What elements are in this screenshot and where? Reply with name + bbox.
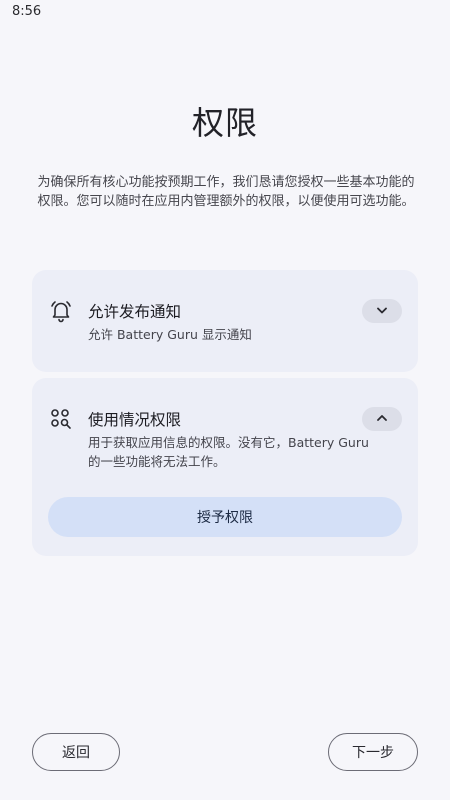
collapse-button[interactable] (362, 407, 402, 431)
chevron-up-icon (375, 410, 389, 429)
page-title: 权限 (191, 104, 258, 142)
permission-card-usage[interactable]: 使用情况权限 用于获取应用信息的权限。没有它，Battery Guru 的一些功… (32, 378, 418, 556)
page-intro: 为确保所有核心功能按预期工作，我们恳请您授权一些基本功能的权限。您可以随时在应用… (37, 175, 415, 209)
bell-icon (48, 298, 74, 324)
expand-button[interactable] (362, 299, 402, 323)
status-time: 8:56 (12, 4, 42, 19)
grant-permission-button[interactable]: 授予权限 (48, 497, 402, 537)
next-button[interactable]: 下一步 (328, 733, 418, 771)
status-bar: 8:56 (0, 0, 450, 28)
permission-title: 允许发布通知 (88, 303, 182, 321)
back-button[interactable]: 返回 (32, 733, 120, 771)
chevron-down-icon (375, 302, 389, 321)
permission-card-notifications[interactable]: 允许发布通知 允许 Battery Guru 显示通知 (32, 270, 418, 372)
permission-title: 使用情况权限 (88, 411, 182, 429)
usage-stats-icon (48, 406, 74, 432)
permission-description: 允许 Battery Guru 显示通知 (88, 327, 252, 342)
permission-description: 用于获取应用信息的权限。没有它，Battery Guru 的一些功能将无法工作。 (88, 435, 369, 469)
